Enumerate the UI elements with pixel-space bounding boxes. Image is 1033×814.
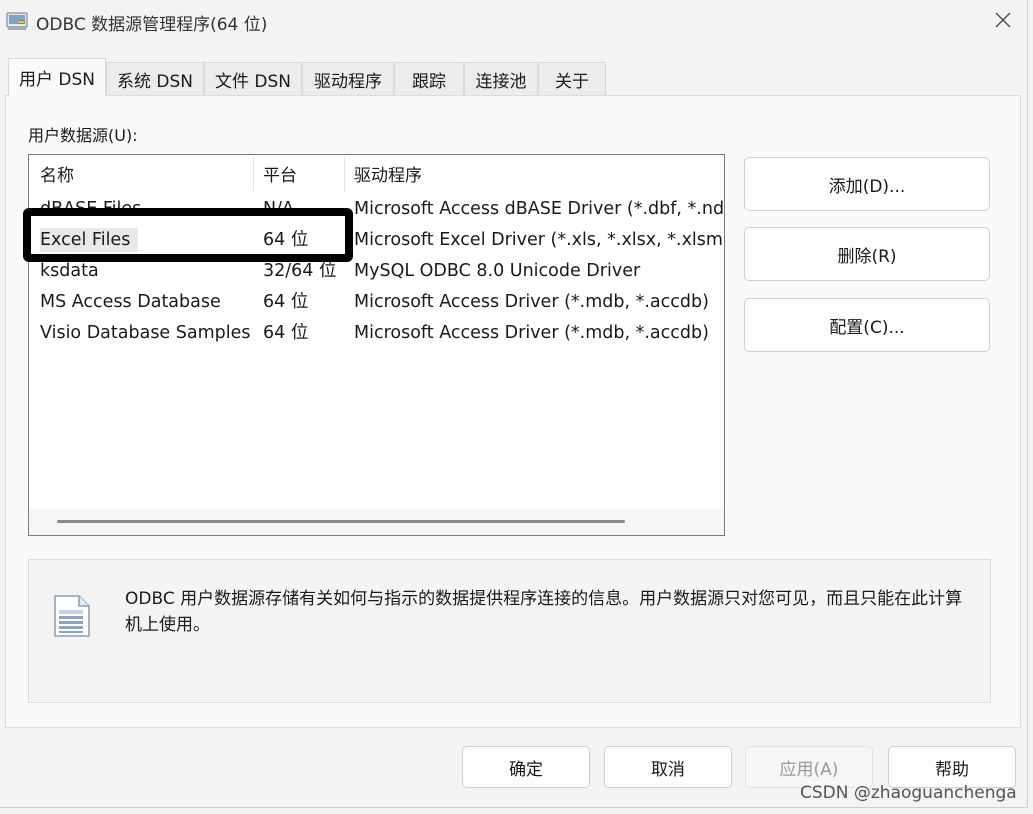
list-row-dbase-files[interactable]: dBASE Files N/A Microsoft Access dBASE D…	[29, 194, 724, 225]
row-driver: Microsoft Access dBASE Driver (*.dbf, *.…	[354, 199, 724, 219]
tab-about[interactable]: 关于	[538, 62, 606, 96]
tab-strip: 用户 DSN 系统 DSN 文件 DSN 驱动程序 跟踪 连接池 关于	[8, 58, 608, 96]
apply-button[interactable]: 应用(A)	[745, 746, 873, 788]
row-platform: 64 位	[263, 230, 309, 250]
row-name: ksdata	[40, 261, 99, 281]
data-source-list[interactable]: 名称 平台 驱动程序 dBASE Files N/A Microsoft Acc…	[28, 154, 725, 536]
list-row-visio-database-samples[interactable]: Visio Database Samples 64 位 Microsoft Ac…	[29, 318, 724, 349]
list-row-ksdata[interactable]: ksdata 32/64 位 MySQL ODBC 8.0 Unicode Dr…	[29, 256, 724, 287]
odbc-admin-window: ODBC 数据源管理程序(64 位) 用户 DSN 系统 DSN 文件 DSN …	[0, 0, 1028, 808]
list-header: 名称 平台 驱动程序	[29, 155, 724, 191]
window-title: ODBC 数据源管理程序(64 位)	[36, 15, 268, 35]
user-data-sources-label: 用户数据源(U):	[28, 126, 138, 145]
tab-tracing[interactable]: 跟踪	[394, 62, 464, 96]
scrollbar-thumb[interactable]	[57, 520, 625, 523]
row-platform: 64 位	[263, 323, 309, 343]
close-icon	[995, 12, 1011, 33]
tab-user-dsn[interactable]: 用户 DSN	[8, 58, 106, 96]
row-driver: Microsoft Access Driver (*.mdb, *.accdb)	[354, 292, 709, 312]
remove-button[interactable]: 删除(R)	[744, 227, 990, 281]
row-driver: Microsoft Excel Driver (*.xls, *.xlsx, *…	[354, 230, 724, 250]
row-platform: 64 位	[263, 292, 309, 312]
horizontal-scrollbar[interactable]	[29, 509, 724, 535]
list-row-excel-files[interactable]: Excel Files 64 位 Microsoft Excel Driver …	[29, 225, 724, 256]
data-source-info-icon	[47, 592, 95, 640]
row-name: MS Access Database	[40, 292, 221, 312]
row-platform: N/A	[263, 199, 294, 219]
tab-connection-pooling[interactable]: 连接池	[464, 62, 538, 96]
row-platform: 32/64 位	[263, 261, 337, 281]
user-dsn-panel: 用户数据源(U): 名称 平台 驱动程序 dBASE Files N/A Mic…	[5, 95, 1021, 728]
row-driver: Microsoft Access Driver (*.mdb, *.accdb)	[354, 323, 709, 343]
tab-system-dsn[interactable]: 系统 DSN	[106, 62, 204, 96]
add-button[interactable]: 添加(D)...	[744, 157, 990, 211]
row-name: Excel Files	[40, 225, 252, 256]
tab-drivers[interactable]: 驱动程序	[302, 62, 394, 96]
column-header-driver[interactable]: 驱动程序	[354, 155, 714, 191]
column-separator[interactable]	[344, 157, 345, 191]
row-name: Visio Database Samples	[40, 323, 251, 343]
row-name: dBASE Files	[40, 199, 142, 219]
info-box: ODBC 用户数据源存储有关如何与指示的数据提供程序连接的信息。用户数据源只对您…	[28, 559, 991, 703]
column-separator[interactable]	[253, 157, 254, 191]
list-row-ms-access-database[interactable]: MS Access Database 64 位 Microsoft Access…	[29, 287, 724, 318]
ok-button[interactable]: 确定	[462, 746, 590, 788]
watermark-text: CSDN @zhaoguanchenga	[800, 783, 1017, 803]
title-bar: ODBC 数据源管理程序(64 位)	[0, 0, 1028, 44]
column-header-name[interactable]: 名称	[40, 155, 250, 191]
tab-file-dsn[interactable]: 文件 DSN	[204, 62, 302, 96]
column-header-platform[interactable]: 平台	[263, 155, 343, 191]
odbc-app-icon	[6, 10, 28, 32]
cancel-button[interactable]: 取消	[604, 746, 732, 788]
configure-button[interactable]: 配置(C)...	[744, 298, 990, 352]
row-driver: MySQL ODBC 8.0 Unicode Driver	[354, 261, 641, 281]
help-button[interactable]: 帮助	[888, 746, 1016, 788]
info-description: ODBC 用户数据源存储有关如何与指示的数据提供程序连接的信息。用户数据源只对您…	[125, 589, 963, 635]
close-button[interactable]	[986, 6, 1020, 38]
